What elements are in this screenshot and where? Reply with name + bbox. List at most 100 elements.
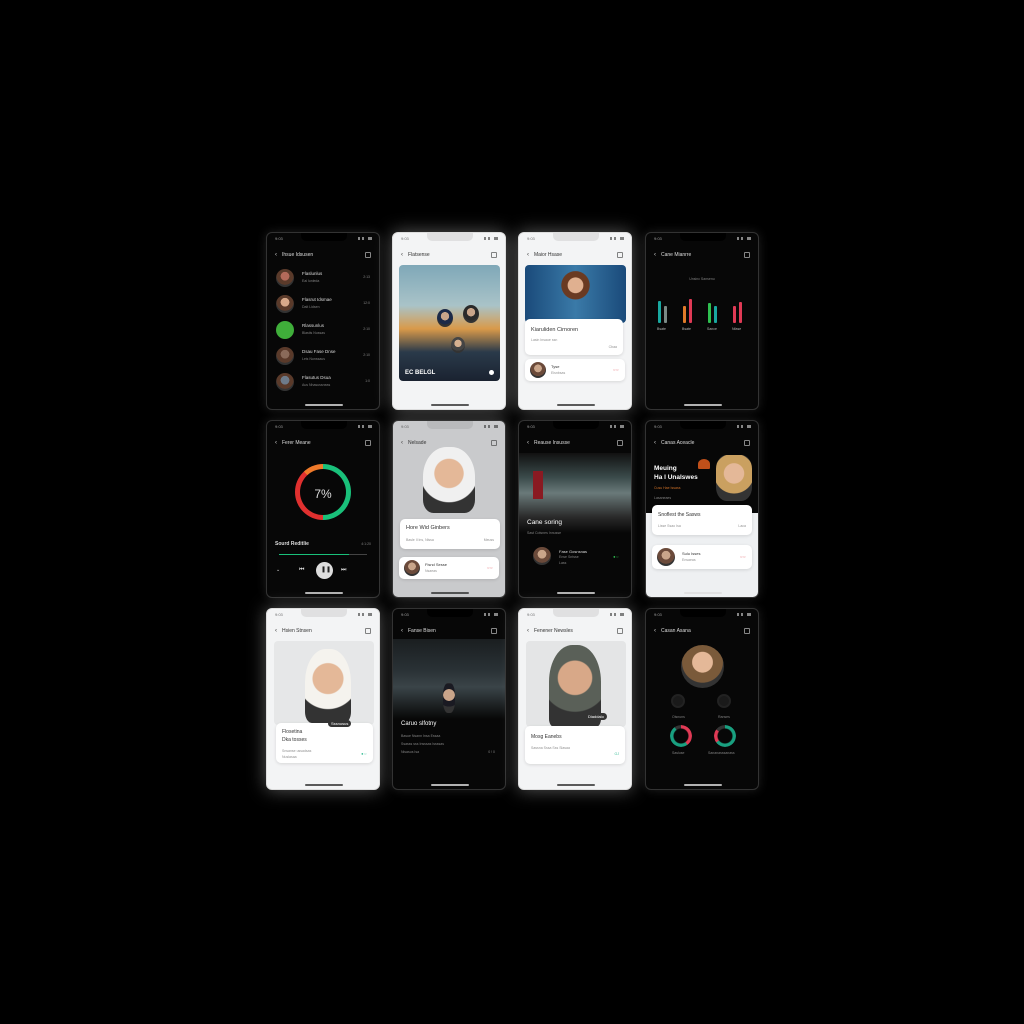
phone-screen-11: 9:03 ‹ Fenener Newsles Diaddalo Mosg Eanebs S… xyxy=(518,608,632,790)
home-indicator[interactable] xyxy=(305,592,343,594)
tag: Cusu Hae Issass xyxy=(654,486,681,490)
status-time: 9:03 xyxy=(275,236,283,241)
content-card[interactable]: Snoflest the Sasws Lisse Ssao Isa Laca xyxy=(652,505,752,535)
badge[interactable]: Diaddalo xyxy=(585,713,607,720)
menu-icon[interactable] xyxy=(491,440,497,446)
item-sub: Eai lunleda xyxy=(302,279,320,283)
card-meta: Laca xyxy=(738,524,746,528)
menu-icon[interactable] xyxy=(744,628,750,634)
menu-icon[interactable] xyxy=(365,440,371,446)
bar-label: Bsate xyxy=(657,327,666,331)
phone-screen-8: 9:03 ‹ Canas Aceacle Meuing Ha I Unalswes Cus… xyxy=(645,420,759,598)
list-item[interactable]: Rlassunlus Blastis Nussas 2:10 xyxy=(267,319,379,343)
stat-label-2: Ranses xyxy=(718,715,730,719)
bar xyxy=(733,306,736,323)
back-icon[interactable]: ‹ xyxy=(275,628,277,634)
back-icon[interactable]: ‹ xyxy=(401,252,403,258)
header: ‹ Cane Mianrre xyxy=(654,251,750,259)
menu-icon[interactable] xyxy=(491,252,497,258)
menu-icon[interactable] xyxy=(744,440,750,446)
header: ‹ Canas Aceacle xyxy=(654,439,750,447)
screen-title: Fenener Newsles xyxy=(534,628,573,634)
share-icon[interactable] xyxy=(489,370,494,375)
profile-avatar xyxy=(681,645,724,688)
row-name: Sulu Isses xyxy=(682,551,701,556)
header: ‹ Fenener Newsles xyxy=(527,627,623,635)
list-item[interactable]: Flasrut Idsmae Dalt Lidsen 12:0 xyxy=(267,293,379,317)
toggle-icons[interactable]: ●○ xyxy=(361,751,367,756)
stat-icon-1[interactable] xyxy=(671,694,685,708)
item-sub: Dalt Lidsen xyxy=(302,305,320,309)
content-card[interactable]: Kiaruliden Cirnoren Lasin Insaue ssn Cbaa xyxy=(525,319,623,355)
status-time: 9:03 xyxy=(401,424,409,429)
headline-2: Ha I Unalswes xyxy=(654,474,698,481)
row-sub: Ensaeas xyxy=(682,558,696,562)
status-icons xyxy=(484,237,498,240)
action-icons[interactable]: ○○ xyxy=(487,565,493,570)
bar-label: Sance xyxy=(707,327,717,331)
bar xyxy=(714,306,717,323)
back-icon[interactable]: ‹ xyxy=(527,252,529,258)
home-indicator[interactable] xyxy=(305,404,343,406)
home-indicator[interactable] xyxy=(305,784,343,786)
menu-icon[interactable] xyxy=(491,628,497,634)
phone-screen-4: 9:03 ‹ Cane Mianrre Unsinc Sansenu Bsate Bsat… xyxy=(645,232,759,410)
content-card[interactable]: Flosetina Dka tosses Snsanse ussadsas Nusla… xyxy=(276,723,373,763)
home-indicator[interactable] xyxy=(431,404,469,406)
card-meta: Cbaa xyxy=(608,345,617,349)
home-indicator[interactable] xyxy=(684,592,722,594)
bottom-nav xyxy=(267,385,379,403)
home-indicator[interactable] xyxy=(431,784,469,786)
list-item[interactable]: Flaslunlus Eai lunleda 2:13 xyxy=(267,267,379,291)
person xyxy=(451,337,465,353)
back-icon[interactable]: ‹ xyxy=(527,440,529,446)
bar xyxy=(739,302,742,323)
back-icon[interactable]: ‹ xyxy=(527,628,529,634)
group-photo[interactable]: EC BELGL xyxy=(399,265,500,381)
home-indicator[interactable] xyxy=(557,592,595,594)
badge[interactable]: Sssnusus xyxy=(328,720,352,727)
menu-icon[interactable] xyxy=(617,440,623,446)
home-indicator[interactable] xyxy=(684,404,722,406)
content-card[interactable]: Mosg Eanebs Sassna Sssa Sss Slasaa GJ xyxy=(525,726,625,764)
home-indicator[interactable] xyxy=(557,784,595,786)
action-icons[interactable]: ○○ xyxy=(740,554,746,559)
status-icons xyxy=(358,237,372,240)
back-icon[interactable]: ‹ xyxy=(654,252,656,258)
content-card[interactable]: Hore Wid Ginbers Basle Il Ins, Nlssa Meuss xyxy=(400,519,500,549)
home-indicator[interactable] xyxy=(431,592,469,594)
menu-icon[interactable] xyxy=(744,252,750,258)
detail-line: Nisasus Isa xyxy=(401,750,420,754)
list-item[interactable]: Dsau Fase Dnse Leis Nunssaus 2:10 xyxy=(267,345,379,369)
menu-icon[interactable] xyxy=(617,628,623,634)
back-icon[interactable]: ‹ xyxy=(401,628,403,634)
item-meta: 2:10 xyxy=(363,353,370,357)
back-icon[interactable]: ‹ xyxy=(654,628,656,634)
back-icon[interactable]: ‹ xyxy=(654,440,656,446)
bar-label: Nfase xyxy=(732,327,742,331)
item-sub: Leis Nunssaus xyxy=(302,357,325,361)
header: ‹ Ferer Meane xyxy=(275,439,371,447)
gauge-1 xyxy=(670,725,692,747)
headline-sub: Sast Cotsnes Innusse xyxy=(527,531,562,535)
profile-row[interactable]: Sulu Isses Ensaeas ○○ xyxy=(652,545,752,569)
bottom-nav xyxy=(267,765,379,783)
home-indicator[interactable] xyxy=(684,784,722,786)
menu-icon[interactable] xyxy=(365,252,371,258)
phone-screen-9: 9:03 ‹ Hsien Stnsen Flosetina Dka tosses Snsa… xyxy=(266,608,380,790)
bar xyxy=(708,303,711,323)
profile-row[interactable]: Tyse Eisnbsas ○○ xyxy=(525,359,625,381)
back-icon[interactable]: ‹ xyxy=(401,440,403,446)
notch xyxy=(427,421,473,429)
action-icons[interactable]: ○○ xyxy=(613,367,619,372)
back-icon[interactable]: ‹ xyxy=(275,440,277,446)
home-indicator[interactable] xyxy=(557,404,595,406)
menu-icon[interactable] xyxy=(365,628,371,634)
item-name: Flasutus Dsua xyxy=(302,375,331,380)
toggle-icons[interactable]: ●○ xyxy=(613,554,619,559)
stat-icon-2[interactable] xyxy=(717,694,731,708)
screen-title: Cane Mianrre xyxy=(661,252,692,258)
menu-icon[interactable] xyxy=(617,252,623,258)
back-icon[interactable]: ‹ xyxy=(275,252,277,258)
headline: Cane soring xyxy=(527,519,563,526)
